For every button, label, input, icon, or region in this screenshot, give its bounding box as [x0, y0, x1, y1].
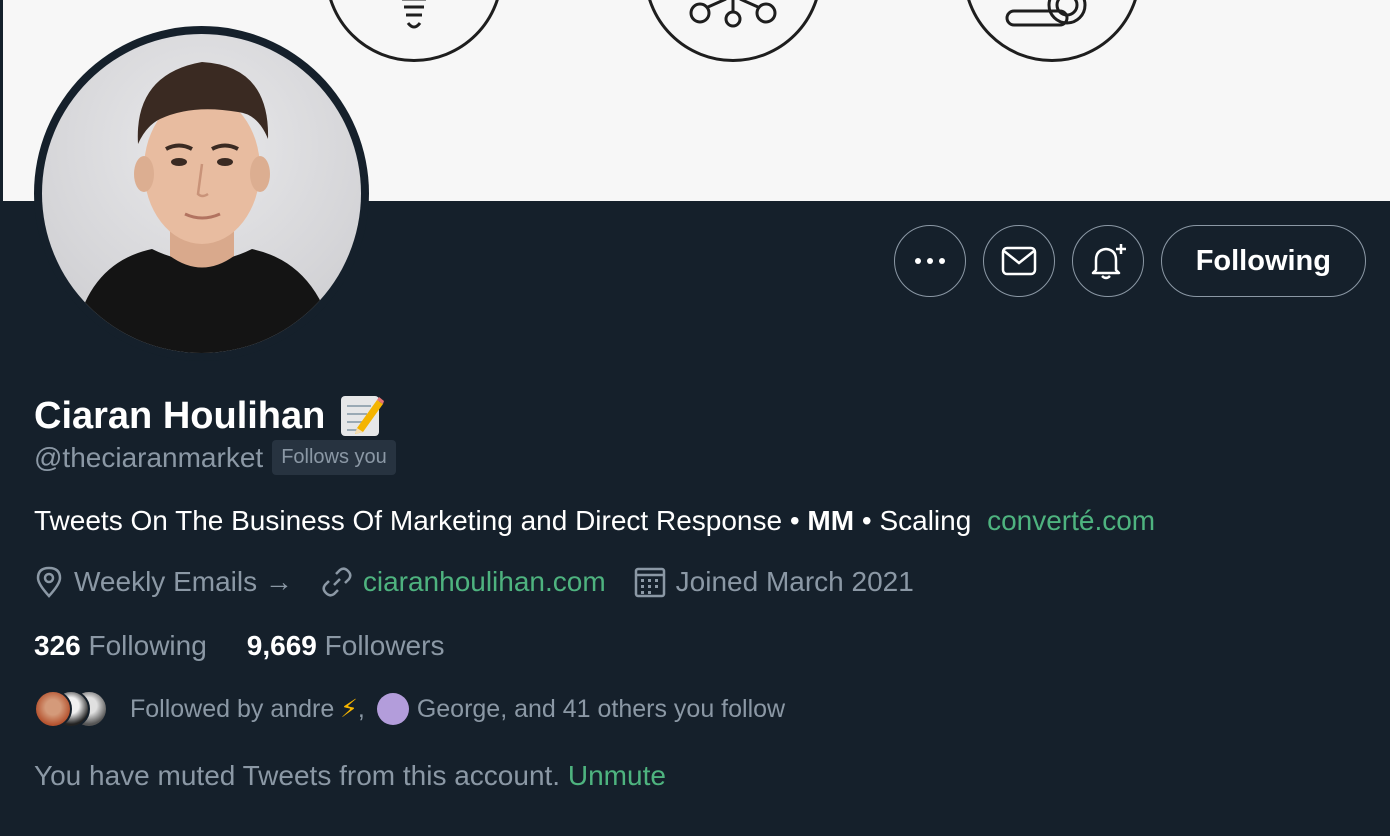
- joined-text: Joined March 2021: [675, 566, 914, 597]
- location-item: Weekly Emails →: [34, 566, 293, 598]
- location-pin-icon: [36, 566, 62, 598]
- notify-button[interactable]: [1071, 225, 1144, 297]
- username-handle: @theciaranmarket: [34, 441, 264, 473]
- profile-actions: Following: [893, 225, 1366, 297]
- mail-icon: [1001, 246, 1036, 276]
- location-text: Weekly Emails →: [74, 566, 293, 597]
- more-icon: [914, 258, 945, 264]
- bio-text-2: • Scaling: [861, 505, 972, 536]
- following-button[interactable]: Following: [1160, 225, 1366, 297]
- network-icon: [689, 0, 777, 28]
- followed-by-prefix: Followed by andre: [130, 694, 335, 723]
- website-link[interactable]: ciaranhoulihan.com: [363, 566, 606, 598]
- more-button[interactable]: [893, 225, 966, 297]
- profile-avatar[interactable]: [34, 26, 369, 361]
- joined-item: Joined March 2021: [634, 566, 914, 598]
- lightbulb-icon: [402, 0, 426, 29]
- following-label: Following: [88, 630, 207, 661]
- followed-by-suffix: George, and 41 others you follow: [416, 694, 786, 723]
- followed-by-separator: ,: [357, 694, 365, 723]
- bio-bold-text: MM: [807, 505, 855, 536]
- bio-link[interactable]: converté.com: [987, 505, 1155, 536]
- profile-bio: Tweets On The Business Of Marketing and …: [34, 505, 1155, 537]
- profile-meta: Weekly Emails → ciaranhoulihan.com Joine…: [34, 566, 942, 598]
- person-portrait-icon: [72, 62, 337, 353]
- follower-avatar: [34, 690, 72, 728]
- follower-avatars: [34, 690, 130, 728]
- lightning-icon: ⚡: [340, 695, 358, 723]
- bell-plus-icon: [1091, 244, 1126, 280]
- bio-text: Tweets On The Business Of Marketing and …: [34, 505, 800, 536]
- purple-circle-icon: [376, 693, 409, 725]
- banner-network-graphic: [644, 0, 822, 62]
- website-item: ciaranhoulihan.com: [321, 566, 606, 598]
- link-icon: [322, 567, 352, 597]
- calendar-icon: [634, 567, 665, 598]
- following-stat[interactable]: 326 Following: [34, 630, 207, 662]
- followed-by[interactable]: Followed by andre ⚡ , George, and 41 oth…: [34, 690, 785, 728]
- name-row: Ciaran Houlihan: [34, 392, 385, 440]
- banner-lightbulb-graphic: [325, 0, 503, 62]
- display-name: Ciaran Houlihan: [34, 394, 326, 437]
- followers-count: 9,669: [246, 630, 317, 661]
- money-hand-icon: [1005, 0, 1087, 27]
- banner-money-graphic: [963, 0, 1141, 62]
- followers-stat[interactable]: 9,669 Followers: [247, 630, 445, 662]
- memo-icon: [341, 396, 385, 436]
- muted-notice: You have muted Tweets from this account.…: [34, 760, 666, 792]
- following-count: 326: [34, 630, 81, 661]
- message-button[interactable]: [982, 225, 1055, 297]
- follow-stats: 326 Following 9,669 Followers: [34, 630, 444, 662]
- followers-label: Followers: [324, 630, 445, 661]
- muted-text: You have muted Tweets from this account.: [34, 760, 561, 791]
- follows-you-badge: Follows you: [272, 440, 396, 475]
- handle-row: @theciaranmarket Follows you: [34, 440, 396, 475]
- unmute-link[interactable]: Unmute: [568, 760, 666, 791]
- avatar-photo: [42, 34, 361, 353]
